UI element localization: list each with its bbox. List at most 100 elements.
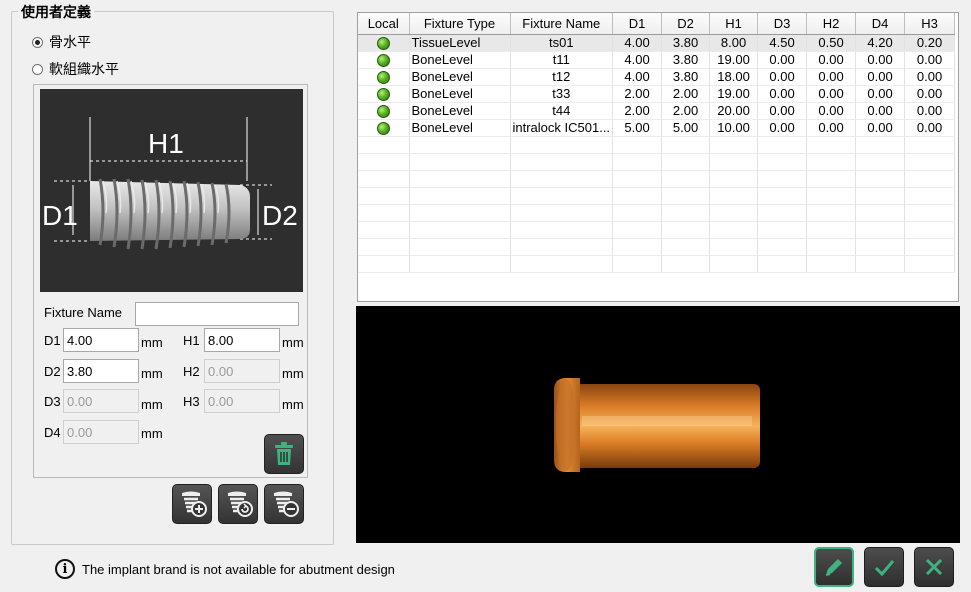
fixture-type-cell: TissueLevel <box>409 34 511 52</box>
radio-bone-level[interactable]: 骨水平 <box>32 32 91 52</box>
empty-cell <box>709 170 759 188</box>
h2-cell: 0.00 <box>806 68 857 86</box>
empty-cell <box>661 255 711 273</box>
h1-cell: 19.00 <box>709 51 759 69</box>
empty-cell <box>661 204 711 222</box>
fixture-3d-viewer[interactable] <box>356 306 960 543</box>
fixture-name-cell: t11 <box>510 51 614 69</box>
empty-cell <box>855 221 906 239</box>
empty-row <box>358 153 956 171</box>
fixture-type-cell: BoneLevel <box>409 119 511 137</box>
column-header[interactable]: D4 <box>855 13 906 35</box>
empty-cell <box>855 187 906 205</box>
table-row[interactable]: BoneLevel t11 4.00 3.80 19.00 0.00 0.00 0.00 0.0… <box>358 51 956 69</box>
empty-cell <box>806 136 857 154</box>
column-header[interactable]: D2 <box>661 13 711 35</box>
h1-input[interactable] <box>204 328 280 352</box>
empty-cell <box>612 255 663 273</box>
h1-unit: mm <box>282 335 304 350</box>
add-fixture-button[interactable] <box>172 484 212 524</box>
radio-bone-indicator[interactable] <box>32 36 43 48</box>
empty-cell <box>855 170 906 188</box>
confirm-button[interactable] <box>864 547 904 587</box>
empty-cell <box>709 238 759 256</box>
green-dot-icon <box>376 122 390 135</box>
delete-fixture-button[interactable] <box>264 434 304 474</box>
fixture-3d-model <box>554 378 760 472</box>
column-header[interactable]: Fixture Name <box>510 13 614 35</box>
table-row[interactable]: TissueLevel ts01 4.00 3.80 8.00 4.50 0.50 4.20 0… <box>358 34 956 52</box>
remove-fixture-button[interactable] <box>264 484 304 524</box>
d3-cell: 0.00 <box>757 85 808 103</box>
empty-cell <box>409 136 511 154</box>
fixture-name-input[interactable] <box>135 302 299 326</box>
empty-cell <box>904 170 956 188</box>
h1-cell: 20.00 <box>709 102 759 120</box>
empty-cell <box>757 187 808 205</box>
table-row[interactable]: BoneLevel t44 2.00 2.00 20.00 0.00 0.00 0.00 0.0… <box>358 102 956 120</box>
empty-cell <box>661 153 711 171</box>
empty-cell <box>661 238 711 256</box>
local-cell <box>358 85 410 103</box>
local-cell <box>358 119 410 137</box>
table-row[interactable]: BoneLevel t12 4.00 3.80 18.00 0.00 0.00 0.00 0.0… <box>358 68 956 86</box>
empty-cell <box>661 136 711 154</box>
empty-cell <box>510 136 614 154</box>
empty-cell <box>757 255 808 273</box>
table-row[interactable]: BoneLevel intralock IC501... 5.00 5.00 10.00… <box>358 119 956 137</box>
edit-button[interactable] <box>814 547 854 587</box>
d1-input[interactable] <box>63 328 139 352</box>
d3-input <box>63 389 139 413</box>
d2-cell: 2.00 <box>661 85 711 103</box>
h3-input <box>204 389 280 413</box>
radio-bone-label: 骨水平 <box>49 34 91 50</box>
d2-cell: 3.80 <box>661 68 711 86</box>
empty-cell <box>806 221 857 239</box>
d2-input[interactable] <box>63 359 139 383</box>
fixture-diagram-drawing: H1 D1 D2 <box>42 117 298 250</box>
refresh-fixture-button[interactable] <box>218 484 258 524</box>
column-header[interactable]: H3 <box>904 13 956 35</box>
d1-cell: 5.00 <box>612 119 663 137</box>
d2-label: D2 <box>44 364 61 379</box>
column-header[interactable]: D3 <box>757 13 808 35</box>
fixture-type-cell: BoneLevel <box>409 102 511 120</box>
empty-cell <box>757 170 808 188</box>
d2-cell: 3.80 <box>661 34 711 52</box>
empty-cell <box>806 153 857 171</box>
column-header[interactable]: H2 <box>806 13 857 35</box>
column-header[interactable]: Fixture Type <box>409 13 511 35</box>
empty-row <box>358 255 956 273</box>
radio-tissue-level[interactable]: 軟組織水平 <box>32 59 119 79</box>
add-fixture-icon <box>182 491 207 517</box>
empty-cell <box>661 170 711 188</box>
radio-tissue-indicator[interactable] <box>32 63 43 75</box>
fixture-grid: Local Fixture Type Fixture Name D1 D2 H1… <box>358 13 956 273</box>
d1-cell: 2.00 <box>612 85 663 103</box>
fixture-diagram: H1 D1 D2 <box>40 89 303 292</box>
cancel-button[interactable] <box>914 547 954 587</box>
radio-tissue-label: 軟組織水平 <box>49 61 119 77</box>
fixture-name-cell: t44 <box>510 102 614 120</box>
local-cell <box>358 102 410 120</box>
status-text: The implant brand is not available for a… <box>82 561 395 577</box>
d1-cell: 4.00 <box>612 68 663 86</box>
empty-cell <box>358 204 410 222</box>
d1-cell: 4.00 <box>612 34 663 52</box>
h3-cell: 0.00 <box>904 102 956 120</box>
column-header[interactable]: H1 <box>709 13 759 35</box>
empty-row <box>358 170 956 188</box>
h2-unit: mm <box>282 366 304 381</box>
column-header[interactable]: D1 <box>612 13 663 35</box>
empty-cell <box>612 238 663 256</box>
check-icon <box>874 560 895 577</box>
fixture-name-cell: intralock IC501... <box>510 119 614 137</box>
empty-cell <box>358 170 410 188</box>
empty-cell <box>855 255 906 273</box>
d1-label: D1 <box>44 333 61 348</box>
fixture-table[interactable]: Local Fixture Type Fixture Name D1 D2 H1… <box>357 12 959 302</box>
table-row[interactable]: BoneLevel t33 2.00 2.00 19.00 0.00 0.00 0.00 0.0… <box>358 85 956 103</box>
column-header[interactable]: Local <box>358 13 410 35</box>
edit-icon <box>825 559 842 576</box>
trash-icon <box>275 442 293 465</box>
